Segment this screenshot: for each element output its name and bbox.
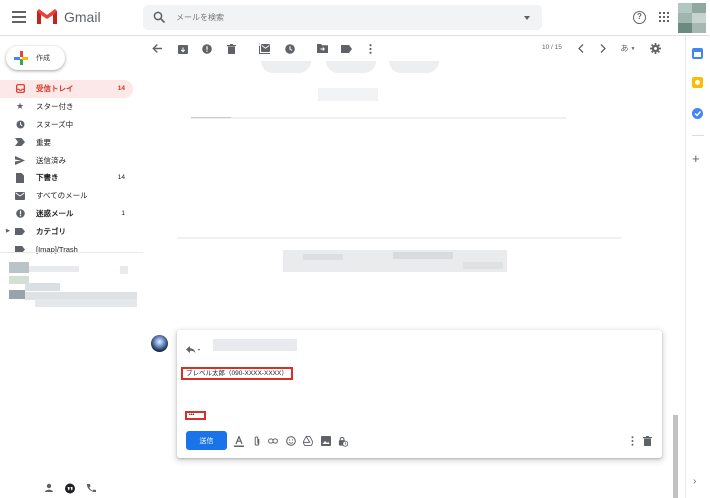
more-vert-icon[interactable] [365,43,376,54]
confidential-mode-icon[interactable] [338,436,348,447]
sidebar-item-spam[interactable]: 迷惑メール 1 [0,205,133,223]
compose-plus-icon [14,51,28,65]
sidebar: 作成 受信トレイ 14 ★ スター付き スヌーズ中 重要 送信済み 下書き 14… [0,36,143,498]
more-options-icon[interactable] [627,436,637,446]
compose-button[interactable]: 作成 [6,46,65,70]
delete-icon[interactable] [226,43,237,54]
formatting-options-icon[interactable] [234,435,244,447]
panel-divider [692,135,704,136]
scrollbar-thumb[interactable] [673,415,678,498]
hangouts-icon[interactable] [64,483,76,495]
signature-name: ブレベル太郎（090-XXXX-XXXX） [181,367,293,380]
sidebar-item-important[interactable]: 重要 [0,133,133,151]
search-input[interactable] [176,13,496,22]
star-icon: ★ [15,101,25,112]
sidebar-item-label: 重要 [36,137,51,147]
sidebar-item-label: スター付き [36,102,74,112]
sidebar-item-inbox[interactable]: 受信トレイ 14 [0,80,133,98]
recipient-blurred[interactable] [213,339,297,351]
add-addon-icon[interactable]: + [692,152,700,165]
sidebar-item-label: 迷惑メール [36,208,74,218]
emoji-icon[interactable] [286,436,296,446]
sidebar-item-drafts[interactable]: 下書き 14 [0,169,133,187]
unread-count: 14 [117,85,125,93]
draft-count: 14 [117,174,125,182]
nav-list: 受信トレイ 14 ★ スター付き スヌーズ中 重要 送信済み 下書き 14 すべ… [0,80,143,258]
gmail-logo[interactable]: Gmail [36,8,101,25]
expand-arrow-icon[interactable]: ▶ [6,228,10,234]
phone-icon[interactable] [86,483,96,493]
message-toolbar: 10 / 15 あ ▼ [143,36,678,61]
chevron-right-icon[interactable] [597,43,608,54]
message-view: ブレベル太郎（090-XXXX-XXXX） ••• 送信 [143,61,678,498]
send-button[interactable]: 送信 [186,431,227,450]
settings-gear-icon[interactable] [650,43,661,54]
sidebar-item-trash[interactable]: [Imap]/Trash [0,240,133,258]
hangouts-bottom-bar [44,483,96,495]
input-tools-button[interactable]: あ ▼ [618,43,638,54]
help-icon[interactable]: ? [633,11,646,24]
account-avatar[interactable] [678,3,706,33]
search-icon[interactable] [153,11,166,24]
app-name: Gmail [64,8,101,25]
spam-icon [15,208,25,218]
top-bar: Gmail ? [0,0,710,36]
sidebar-item-all-mail[interactable]: すべてのメール [0,187,133,205]
dropdown-icon: ▼ [630,45,636,52]
expand-panel-icon[interactable]: › [693,476,696,487]
chevron-left-icon[interactable] [575,43,586,54]
inbox-icon [15,84,25,94]
sidebar-item-label: スヌーズ中 [36,119,74,129]
sidebar-item-sent[interactable]: 送信済み [0,151,133,169]
input-tools-label: あ [620,44,629,53]
sidebar-item-label: カテゴリ [36,226,66,236]
discard-draft-icon[interactable] [642,436,652,446]
reply-type-icon[interactable] [186,341,201,359]
compose-label: 作成 [36,55,50,62]
sidebar-item-snoozed[interactable]: スヌーズ中 [0,116,133,134]
insert-link-icon[interactable] [268,436,278,446]
search-bar[interactable] [143,5,542,30]
mail-icon [15,191,25,201]
archive-icon[interactable] [177,43,188,54]
calendar-icon[interactable] [692,48,703,59]
back-arrow-icon[interactable] [151,43,162,54]
draft-icon [15,172,25,183]
send-icon [15,155,25,165]
move-to-icon[interactable] [317,43,328,54]
clock-icon [15,119,25,129]
reply-compose-card: ブレベル太郎（090-XXXX-XXXX） ••• 送信 [177,330,662,458]
sidebar-item-starred[interactable]: ★ スター付き [0,98,133,116]
sidebar-item-label: 下書き [36,173,59,183]
apps-icon[interactable] [659,12,669,22]
report-spam-icon[interactable] [201,43,212,54]
keep-icon[interactable] [692,77,703,88]
label-as-icon[interactable] [341,43,352,54]
spam-count: 1 [121,209,125,217]
signature-dots: ••• [185,411,206,420]
snooze-icon[interactable] [284,43,295,54]
tasks-icon[interactable] [692,108,703,119]
sidebar-item-label: すべてのメール [36,191,88,201]
sidebar-item-label: 送信済み [36,155,66,165]
important-icon [15,137,25,147]
gmail-m-icon [37,9,57,24]
sidebar-item-categories[interactable]: ▶ カテゴリ [0,222,133,240]
label-icon [15,226,25,236]
attach-file-icon[interactable] [252,435,262,446]
sidebar-item-label: 受信トレイ [36,84,74,94]
side-panel: + › [685,36,710,498]
mark-unread-icon[interactable] [259,43,270,54]
sender-avatar[interactable] [151,335,168,352]
contacts-icon[interactable] [44,483,54,493]
insert-photo-icon[interactable] [321,436,331,446]
main-menu-icon[interactable] [12,11,26,24]
google-drive-icon[interactable] [303,436,313,446]
search-options-icon[interactable] [524,16,530,20]
pager-text: 10 / 15 [542,44,562,51]
